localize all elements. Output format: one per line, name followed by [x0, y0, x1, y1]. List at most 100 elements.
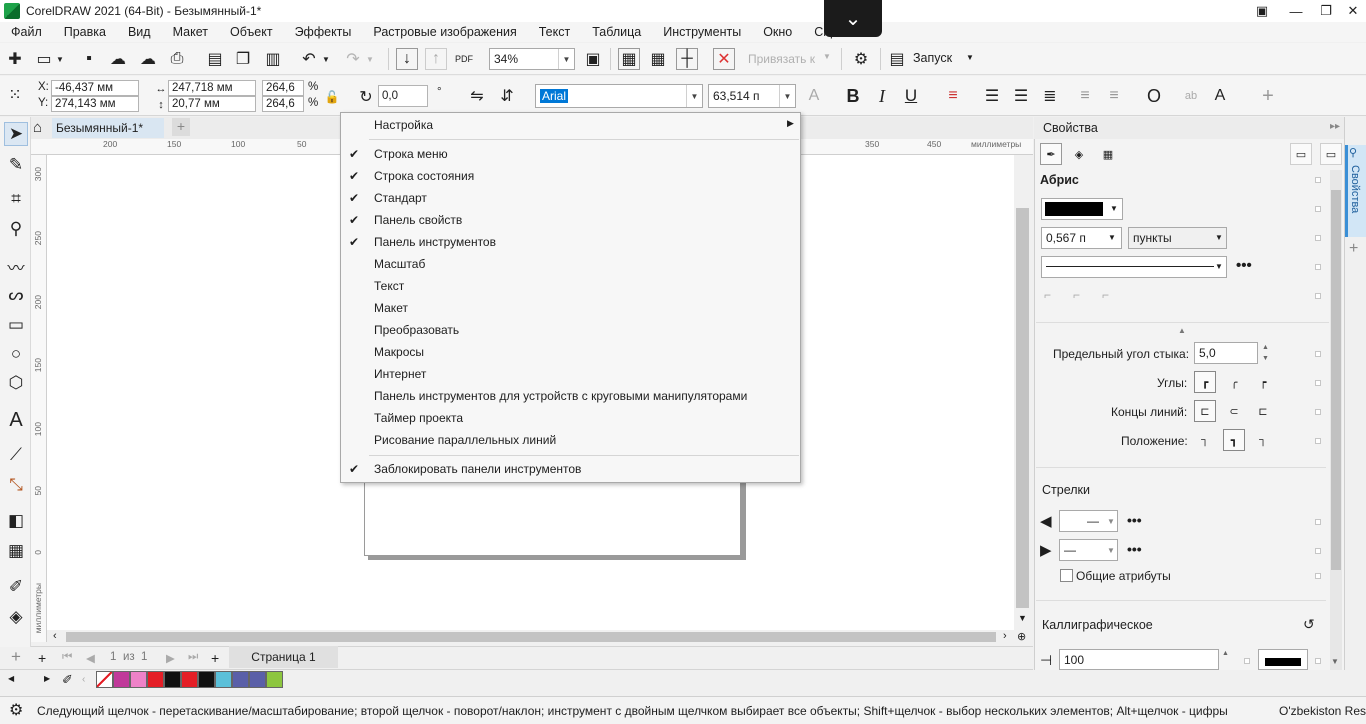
position-center-icon[interactable]: ┓ [1223, 429, 1245, 451]
color-swatch[interactable] [249, 671, 266, 688]
minimize-button[interactable]: — [1282, 0, 1310, 22]
spin-up-icon[interactable]: ▲ [1222, 650, 1229, 657]
new-document-icon[interactable]: ✚ [4, 48, 26, 70]
corner-style-icon[interactable]: ⌐ [1102, 288, 1109, 302]
ab-icon[interactable]: ab [1180, 85, 1202, 107]
print-icon[interactable]: ⎙ [166, 48, 188, 70]
spin-up-icon[interactable]: ▲ [1262, 344, 1269, 351]
guidelines-icon[interactable]: ┼ [676, 48, 698, 70]
menu-item[interactable]: Стандарт [374, 188, 427, 208]
horizontal-scroll-thumb[interactable] [66, 632, 996, 642]
first-page-icon[interactable]: ⏮ [62, 651, 72, 664]
font-list[interactable]: Arial ▼ [535, 84, 703, 108]
y-position-field[interactable]: 274,143 мм [51, 96, 139, 112]
menu-item[interactable]: Макросы [374, 342, 424, 362]
mirror-vertical-icon[interactable]: ⇵ [496, 85, 518, 107]
more-options-icon[interactable]: ••• [1127, 512, 1142, 528]
open-dropdown-icon[interactable]: ▼ [54, 48, 66, 70]
miter-limit-field[interactable]: 5,0 [1194, 342, 1258, 364]
transparency-icon[interactable]: ▦ [1097, 143, 1119, 165]
cap-extended-icon[interactable]: ⊏ [1252, 400, 1274, 422]
color-swatch[interactable] [113, 671, 130, 688]
scroll-left-icon[interactable]: ‹ [53, 630, 57, 642]
collapse-icon[interactable]: ▲ [1178, 326, 1186, 335]
menu-item[interactable]: Преобразовать [374, 320, 459, 340]
account-icon[interactable]: ▣ [1248, 0, 1276, 22]
gear-icon[interactable]: ⚙ [850, 48, 872, 70]
home-icon[interactable]: ⌂ [33, 119, 42, 136]
vertical-scroll-thumb[interactable] [1016, 208, 1029, 608]
gear-icon[interactable]: ⚙ [9, 697, 23, 724]
zoom-combo[interactable]: 34% ▼ [489, 48, 575, 70]
menu-view[interactable]: Вид [117, 25, 162, 39]
menu-effects[interactable]: Эффекты [284, 25, 363, 39]
chevron-down-icon[interactable]: ▼ [1215, 233, 1223, 242]
copy-icon[interactable]: ❐ [232, 48, 254, 70]
menu-item[interactable]: Макет [374, 298, 408, 318]
menu-item[interactable]: Панель инструментов [374, 232, 496, 252]
palette-menu-icon[interactable]: ◀ [8, 674, 14, 683]
color-profile-label[interactable]: O'zbekiston Res [1279, 697, 1366, 724]
stretch-field[interactable]: 100 [1059, 649, 1219, 670]
redo-icon[interactable]: ↷ [342, 48, 364, 70]
menu-layout[interactable]: Макет [162, 25, 219, 39]
menu-object[interactable]: Объект [219, 25, 284, 39]
width-field[interactable]: 247,718 мм [168, 80, 256, 96]
scroll-down-icon[interactable]: ▼ [1018, 613, 1027, 623]
menu-item[interactable]: Строка меню [374, 144, 448, 164]
next-page-icon[interactable]: ▶ [166, 651, 175, 665]
full-screen-icon[interactable]: ▣ [582, 48, 604, 70]
cut-icon[interactable]: ▤ [204, 48, 226, 70]
cap-round-icon[interactable]: ⊂ [1223, 400, 1245, 422]
font-size-field[interactable]: 63,514 п ▼ [708, 84, 796, 108]
chevron-down-icon[interactable]: ▼ [823, 52, 831, 61]
color-swatch[interactable] [215, 671, 232, 688]
chevron-down-icon[interactable]: ⌄ [824, 0, 882, 37]
menu-text[interactable]: Текст [528, 25, 581, 39]
save-icon[interactable]: ▪ [78, 48, 100, 70]
indent-icon[interactable]: ≡ [1074, 85, 1096, 107]
page-view-icon[interactable]: ▭ [1290, 143, 1312, 165]
outdent-icon[interactable]: ≡ [1103, 85, 1125, 107]
palette-left-icon[interactable]: ‹ [82, 674, 85, 685]
text-aa-icon[interactable]: A [803, 85, 825, 107]
scale-width-field[interactable]: 264,6 [262, 80, 304, 96]
new-tab-icon[interactable]: + [172, 118, 190, 136]
last-page-icon[interactable]: ⏭ [188, 651, 198, 664]
line-style-select[interactable] [1041, 256, 1227, 278]
eyedropper-tool-icon[interactable]: ✐ [4, 575, 28, 599]
color-swatch[interactable] [181, 671, 198, 688]
menu-table[interactable]: Таблица [581, 25, 652, 39]
close-button[interactable]: ✕ [1339, 0, 1366, 22]
text-settings-icon[interactable]: A [1209, 85, 1231, 107]
corner-style-icon[interactable]: ⌐ [1044, 288, 1051, 302]
height-field[interactable]: 20,77 мм [168, 96, 256, 112]
menu-item[interactable]: Текст [374, 276, 404, 296]
outline-pen-icon[interactable]: ✒ [1040, 143, 1062, 165]
page-tab[interactable]: Страница 1 [229, 646, 338, 668]
chevron-down-icon[interactable]: ▼ [558, 49, 574, 69]
corner-bevel-icon[interactable]: ┍ [1252, 371, 1274, 393]
add-docker-icon[interactable]: + [1349, 240, 1358, 258]
sidetab-label[interactable]: Свойства [1349, 165, 1361, 213]
more-options-icon[interactable]: ••• [1236, 257, 1252, 274]
dimension-tool-icon[interactable]: ⟋ [4, 443, 28, 467]
pdf-icon[interactable]: PDF [453, 48, 475, 70]
fill-tool-icon[interactable]: ◈ [4, 605, 28, 629]
rotation-field[interactable]: 0,0 [378, 85, 428, 107]
paste-icon[interactable]: ▥ [262, 48, 284, 70]
menu-tools[interactable]: Инструменты [652, 25, 752, 39]
snap-to-label[interactable]: Привязать к [748, 52, 815, 66]
connector-tool-icon[interactable]: ⤡ [4, 473, 28, 497]
add-icon[interactable]: + [1257, 85, 1279, 107]
eyedropper-icon[interactable]: ✐ [62, 672, 73, 688]
pick-tool-icon[interactable]: ➤ [4, 122, 28, 146]
snap-off-icon[interactable]: ✕ [713, 48, 735, 70]
menu-item[interactable]: Панель свойств [374, 210, 462, 230]
rectangle-tool-icon[interactable]: ▭ [4, 313, 28, 337]
frame-view-icon[interactable]: ▭ [1320, 143, 1342, 165]
vertical-ruler[interactable]: 300 250 200 150 100 50 0 миллиметры [31, 155, 47, 642]
text-tool-icon[interactable]: A [4, 408, 28, 432]
align-none-icon[interactable]: ≡ [942, 85, 964, 107]
zoom-view-icon[interactable]: ⊕ [1017, 630, 1026, 643]
